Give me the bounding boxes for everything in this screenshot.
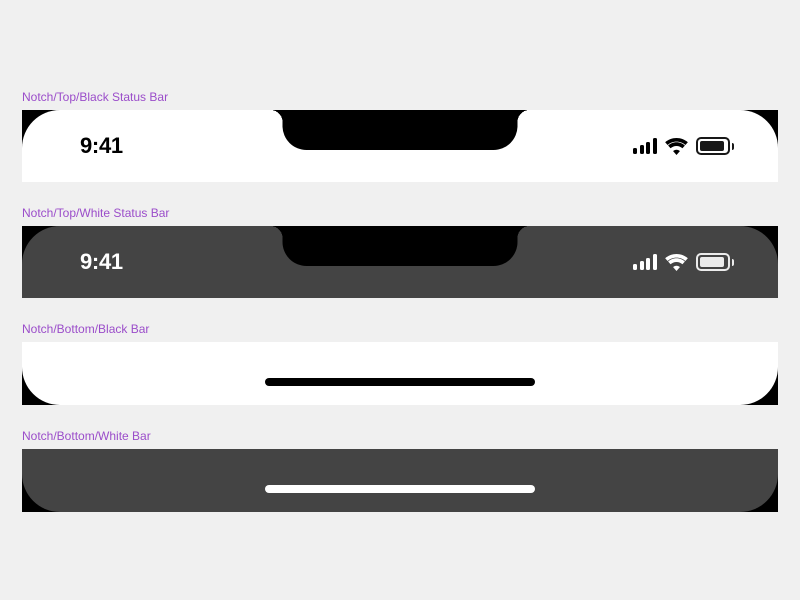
device-frame-bottom	[22, 449, 778, 512]
device-frame-top: 9:41	[22, 226, 778, 298]
variant-label: Notch/Top/Black Status Bar	[22, 90, 778, 104]
home-indicator[interactable]	[265, 378, 535, 386]
cellular-signal-icon	[633, 138, 657, 154]
variant-label: Notch/Bottom/White Bar	[22, 429, 778, 443]
status-bar-content: 9:41	[22, 110, 778, 182]
device-frame-top: 9:41	[22, 110, 778, 182]
wifi-icon	[665, 254, 688, 271]
wifi-icon	[665, 138, 688, 155]
status-indicators	[633, 253, 734, 271]
device-frame-bottom	[22, 342, 778, 405]
cellular-signal-icon	[633, 254, 657, 270]
variant-label: Notch/Bottom/Black Bar	[22, 322, 778, 336]
battery-fill	[700, 141, 725, 151]
variant-top-white: Notch/Top/White Status Bar 9:41	[22, 206, 778, 298]
status-bar-surface: 9:41	[22, 110, 778, 182]
variant-bottom-black: Notch/Bottom/Black Bar	[22, 322, 778, 405]
home-bar-surface	[22, 449, 778, 512]
variant-top-black: Notch/Top/Black Status Bar 9:41	[22, 90, 778, 182]
battery-icon	[696, 137, 735, 155]
status-bar-surface: 9:41	[22, 226, 778, 298]
home-indicator[interactable]	[265, 485, 535, 493]
variant-bottom-white: Notch/Bottom/White Bar	[22, 429, 778, 512]
variant-label: Notch/Top/White Status Bar	[22, 206, 778, 220]
status-indicators	[633, 137, 734, 155]
home-bar-surface	[22, 342, 778, 405]
battery-fill	[700, 257, 725, 267]
battery-icon	[696, 253, 735, 271]
status-time: 9:41	[80, 249, 123, 275]
status-bar-content: 9:41	[22, 226, 778, 298]
status-time: 9:41	[80, 133, 123, 159]
